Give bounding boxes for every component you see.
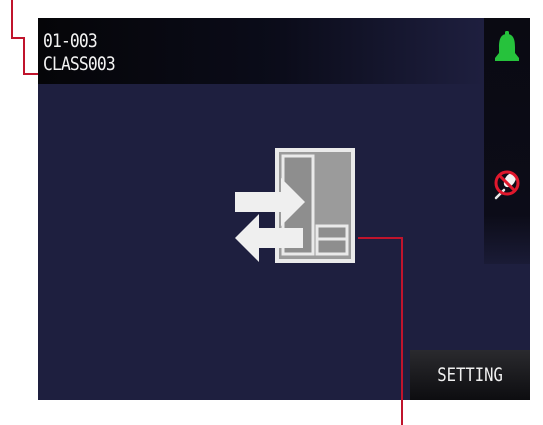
- transfer-panel-icon[interactable]: [231, 146, 363, 264]
- channel-name: CLASS003: [43, 53, 116, 75]
- mic-muted-icon[interactable]: [492, 168, 522, 200]
- bell-icon[interactable]: [492, 30, 522, 64]
- device-screen: 01-003 CLASS003 SETTING: [38, 18, 530, 400]
- status-panel: [484, 18, 530, 264]
- channel-number: 01-003: [43, 30, 98, 52]
- setting-button[interactable]: SETTING: [410, 350, 530, 400]
- header-callout-line: [11, 0, 38, 75]
- channel-header: 01-003 CLASS003: [38, 18, 484, 84]
- setting-button-label: SETTING: [437, 364, 503, 386]
